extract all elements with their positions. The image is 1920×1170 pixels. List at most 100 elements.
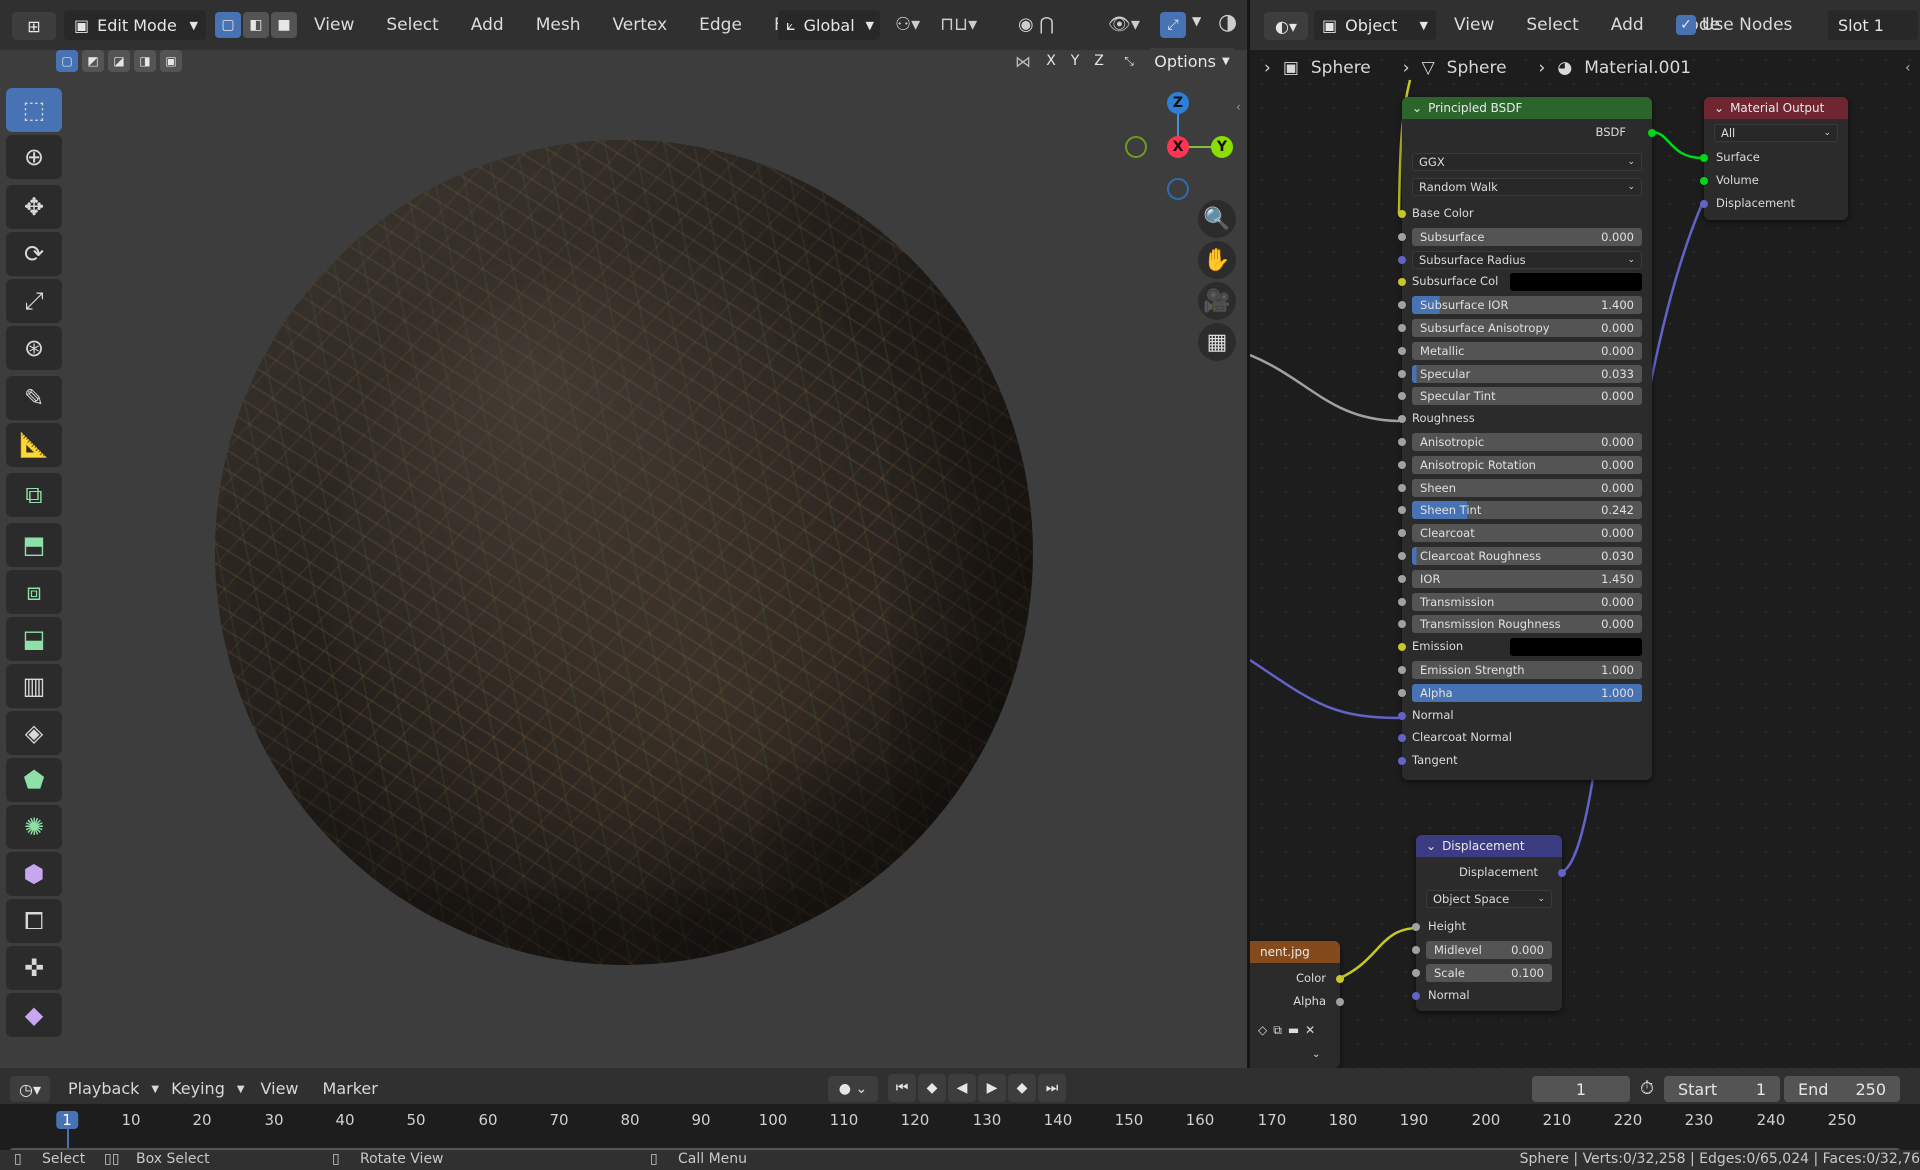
timeline-view-menu[interactable]: View xyxy=(249,1076,311,1101)
image-texture-node[interactable]: nent.jpg Color Alpha ◇ ⧉ ▬ ✕ ⌄ xyxy=(1250,941,1344,1068)
displacement-input-socket[interactable] xyxy=(1700,200,1708,208)
anisotropic-rotation-socket[interactable] xyxy=(1398,461,1406,469)
specular-socket[interactable] xyxy=(1398,370,1406,378)
subsurface-col-socket[interactable] xyxy=(1398,278,1406,286)
height-input-socket[interactable] xyxy=(1412,923,1420,931)
menu-select[interactable]: Select xyxy=(372,15,452,35)
menu-view[interactable]: View xyxy=(300,15,368,35)
principled-bsdf-header[interactable]: ⌄ Principled BSDF xyxy=(1402,97,1652,119)
menu-add[interactable]: Add xyxy=(457,15,518,35)
displacement-node[interactable]: ⌄ Displacement Displacement Object Space ⌄… xyxy=(1412,835,1566,1011)
play-reverse-icon[interactable]: ◀ xyxy=(948,1074,976,1102)
overlay-icon[interactable]: ◑ xyxy=(1218,10,1237,35)
z-axis-handle[interactable]: Z xyxy=(1167,92,1189,114)
jump-start-icon[interactable]: ⏮ xyxy=(888,1074,916,1102)
displacement-output-socket[interactable] xyxy=(1558,869,1566,877)
emission-strength-socket[interactable] xyxy=(1398,666,1406,674)
image-texture-header[interactable]: nent.jpg xyxy=(1250,941,1340,963)
scale-field[interactable]: Scale 0.100 xyxy=(1426,964,1552,982)
volume-input-socket[interactable] xyxy=(1700,177,1708,185)
record-icon[interactable]: ● ⌄ xyxy=(828,1076,878,1102)
midlevel-socket[interactable] xyxy=(1412,946,1420,954)
chevron-down-icon[interactable]: ▼ xyxy=(1192,14,1201,28)
material-output-header[interactable]: ⌄ Material Output xyxy=(1704,97,1848,119)
roughness-socket[interactable] xyxy=(1398,415,1406,423)
subsurface-ior-socket[interactable] xyxy=(1398,301,1406,309)
zoom-icon[interactable]: 🔍 xyxy=(1198,200,1236,238)
subsurface-socket[interactable] xyxy=(1398,233,1406,241)
prev-keyframe-icon[interactable]: ◆ xyxy=(918,1074,946,1102)
specular-tint-field[interactable]: Specular Tint 0.000 xyxy=(1412,387,1642,405)
clearcoat-socket[interactable] xyxy=(1398,529,1406,537)
measure-icon[interactable]: 📐 xyxy=(6,423,62,467)
next-keyframe-icon[interactable]: ◆ xyxy=(1008,1074,1036,1102)
subsurface-ior-field[interactable]: Subsurface IOR 1.400 xyxy=(1412,296,1642,314)
camera-icon[interactable]: 🎥 xyxy=(1198,282,1236,320)
knife-icon[interactable]: ◈ xyxy=(6,711,62,755)
proportional-edit-icon[interactable]: ◉ ⋂ xyxy=(1018,14,1054,35)
bevel-icon[interactable]: ⬓ xyxy=(6,617,62,661)
displacement-header[interactable]: ⌄ Displacement xyxy=(1416,835,1562,857)
menu-mesh[interactable]: Mesh xyxy=(522,15,595,35)
clearcoat-roughness-field[interactable]: Clearcoat Roughness 0.030 xyxy=(1412,547,1642,565)
menu-edge[interactable]: Edge xyxy=(685,15,756,35)
end-frame-field[interactable]: End 250 xyxy=(1784,1076,1900,1102)
anisotropic-rotation-field[interactable]: Anisotropic Rotation 0.000 xyxy=(1412,456,1642,474)
scale-socket[interactable] xyxy=(1412,969,1420,977)
spin-icon[interactable]: ✺ xyxy=(6,805,62,849)
jump-end-icon[interactable]: ⏭ xyxy=(1038,1074,1066,1102)
y-axis-handle[interactable]: Y xyxy=(1211,136,1233,158)
x-axis-handle[interactable]: X xyxy=(1167,136,1189,158)
neg-y-axis-handle[interactable] xyxy=(1125,136,1147,158)
transform-icon[interactable]: ⊛ xyxy=(6,326,62,370)
clearcoat-field[interactable]: Clearcoat 0.000 xyxy=(1412,524,1642,542)
select-subtract-icon[interactable]: ◪ xyxy=(108,50,130,72)
subsurface-col-color-swatch[interactable] xyxy=(1510,273,1642,291)
sheen-tint-socket[interactable] xyxy=(1398,506,1406,514)
face-select-icon[interactable]: ■ xyxy=(271,12,297,38)
scale-icon[interactable]: ⤢ xyxy=(6,279,62,323)
sheen-field[interactable]: Sheen 0.000 xyxy=(1412,479,1642,497)
pivot-point-icon[interactable]: ⚇▾ xyxy=(895,14,920,35)
menu-vertex[interactable]: Vertex xyxy=(598,15,681,35)
base-color-socket[interactable] xyxy=(1398,210,1406,218)
neg-z-axis-handle[interactable] xyxy=(1167,178,1189,200)
normal-socket[interactable] xyxy=(1398,712,1406,720)
keying-menu[interactable]: Keying xyxy=(163,1076,233,1101)
principled-bsdf-node[interactable]: ⌄ Principled BSDF BSDF GGX ⌄ Random Walk ⌄ … xyxy=(1398,97,1656,780)
select-box-icon[interactable]: ⬚ xyxy=(6,88,62,132)
3d-viewport[interactable]: ⊞ ▣ Edit Mode ▼ ▢ ◧ ■ View Select Add Mesh… xyxy=(0,0,1247,1068)
clearcoat-roughness-socket[interactable] xyxy=(1398,552,1406,560)
shrink-fatten-icon[interactable]: ✜ xyxy=(6,946,62,990)
cursor-icon[interactable]: ⊕ xyxy=(6,135,62,179)
transmission-roughness-field[interactable]: Transmission Roughness 0.000 xyxy=(1412,615,1642,633)
anisotropic-socket[interactable] xyxy=(1398,438,1406,446)
alpha-socket[interactable] xyxy=(1398,689,1406,697)
sidebar-toggle-icon[interactable]: ‹ xyxy=(1236,100,1241,114)
emission-socket[interactable] xyxy=(1398,643,1406,651)
stopwatch-icon[interactable]: ⏱ xyxy=(1640,1078,1654,1099)
emission-strength-field[interactable]: Emission Strength 1.000 xyxy=(1412,661,1642,679)
move-icon[interactable]: ✥ xyxy=(6,185,62,229)
mirror-z-toggle[interactable]: Z xyxy=(1088,50,1110,72)
ior-field[interactable]: IOR 1.450 xyxy=(1412,570,1642,588)
tangent-socket[interactable] xyxy=(1398,757,1406,765)
loop-cut-icon[interactable]: ▥ xyxy=(6,664,62,708)
transmission-roughness-socket[interactable] xyxy=(1398,620,1406,628)
playback-menu[interactable]: Playback xyxy=(60,1076,147,1101)
emission-color-swatch[interactable] xyxy=(1510,638,1642,656)
subsurface-anisotropy-socket[interactable] xyxy=(1398,324,1406,332)
start-frame-field[interactable]: Start 1 xyxy=(1664,1076,1780,1102)
play-icon[interactable]: ▶ xyxy=(978,1074,1006,1102)
annotate-icon[interactable]: ✎ xyxy=(6,376,62,420)
mirror-icon[interactable]: ⋈ xyxy=(1015,52,1031,71)
snap-icon[interactable]: ⊓⊔▾ xyxy=(940,14,977,35)
chevron-down-icon[interactable]: ⌄ xyxy=(1312,1049,1320,1060)
surface-input-socket[interactable] xyxy=(1700,154,1708,162)
editor-divider[interactable] xyxy=(1247,0,1250,1068)
subsurface-anisotropy-field[interactable]: Subsurface Anisotropy 0.000 xyxy=(1412,319,1642,337)
add-cube-icon[interactable]: ⧉ xyxy=(6,473,62,517)
current-frame-field[interactable]: 1 xyxy=(1532,1076,1630,1102)
navigation-gizmo[interactable]: Z X Y xyxy=(1125,90,1235,200)
duplicate-icon[interactable]: ⧉ xyxy=(1273,1023,1282,1038)
